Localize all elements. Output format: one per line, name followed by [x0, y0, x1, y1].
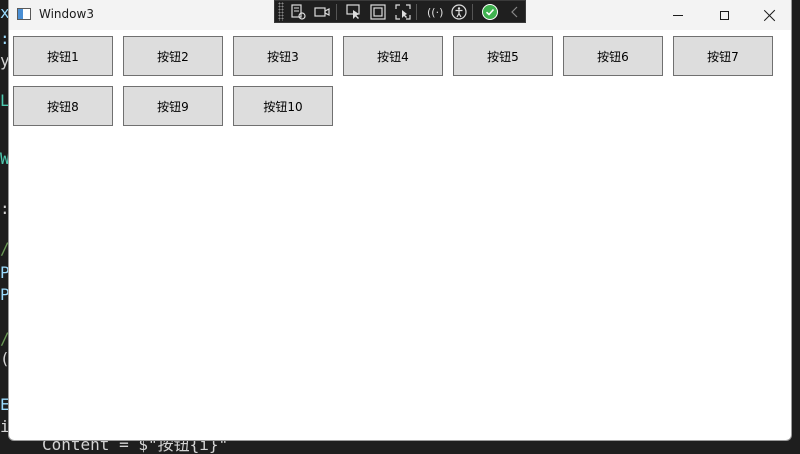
toolbar-separator — [416, 3, 418, 20]
button-7[interactable]: 按钮7 — [673, 36, 773, 76]
live-visual-tree-icon[interactable] — [288, 2, 309, 22]
close-button[interactable] — [747, 0, 791, 30]
window-app-icon — [17, 8, 31, 20]
button-10[interactable]: 按钮10 — [233, 86, 333, 126]
toolbar-separator — [472, 3, 474, 20]
track-focused-element-icon[interactable] — [393, 2, 414, 22]
button-3[interactable]: 按钮3 — [233, 36, 333, 76]
button-4[interactable]: 按钮4 — [343, 36, 443, 76]
app-window: Window3 按钮1 按钮2 按钮3 按钮4 按钮5 按钮6 按钮7 按钮8 … — [8, 0, 792, 441]
accessibility-icon[interactable] — [449, 2, 470, 22]
toolbar-grip-handle[interactable] — [278, 2, 284, 21]
toolbar-separator — [335, 3, 337, 20]
binding-failures-icon[interactable]: ((·)) — [424, 2, 445, 22]
xaml-debug-toolbar: ((·)) — [274, 0, 526, 23]
select-element-icon[interactable] — [344, 2, 365, 22]
button-5[interactable]: 按钮5 — [453, 36, 553, 76]
check-circle-icon[interactable] — [480, 2, 501, 22]
maximize-button[interactable] — [701, 0, 747, 30]
video-camera-icon[interactable] — [312, 2, 333, 22]
button-9[interactable]: 按钮9 — [123, 86, 223, 126]
button-1[interactable]: 按钮1 — [13, 36, 113, 76]
button-6[interactable]: 按钮6 — [563, 36, 663, 76]
maximize-icon — [719, 10, 729, 20]
svg-text:((·)): ((·)) — [427, 6, 443, 19]
minimize-button[interactable] — [655, 0, 701, 30]
minimize-icon — [673, 14, 683, 16]
display-layout-adorners-icon[interactable] — [368, 2, 389, 22]
button-panel: 按钮1 按钮2 按钮3 按钮4 按钮5 按钮6 按钮7 按钮8 按钮9 按钮10 — [9, 30, 791, 440]
button-8[interactable]: 按钮8 — [13, 86, 113, 126]
chevron-left-icon[interactable] — [505, 2, 526, 22]
button-2[interactable]: 按钮2 — [123, 36, 223, 76]
window-title: Window3 — [39, 7, 94, 21]
close-icon — [764, 9, 776, 21]
